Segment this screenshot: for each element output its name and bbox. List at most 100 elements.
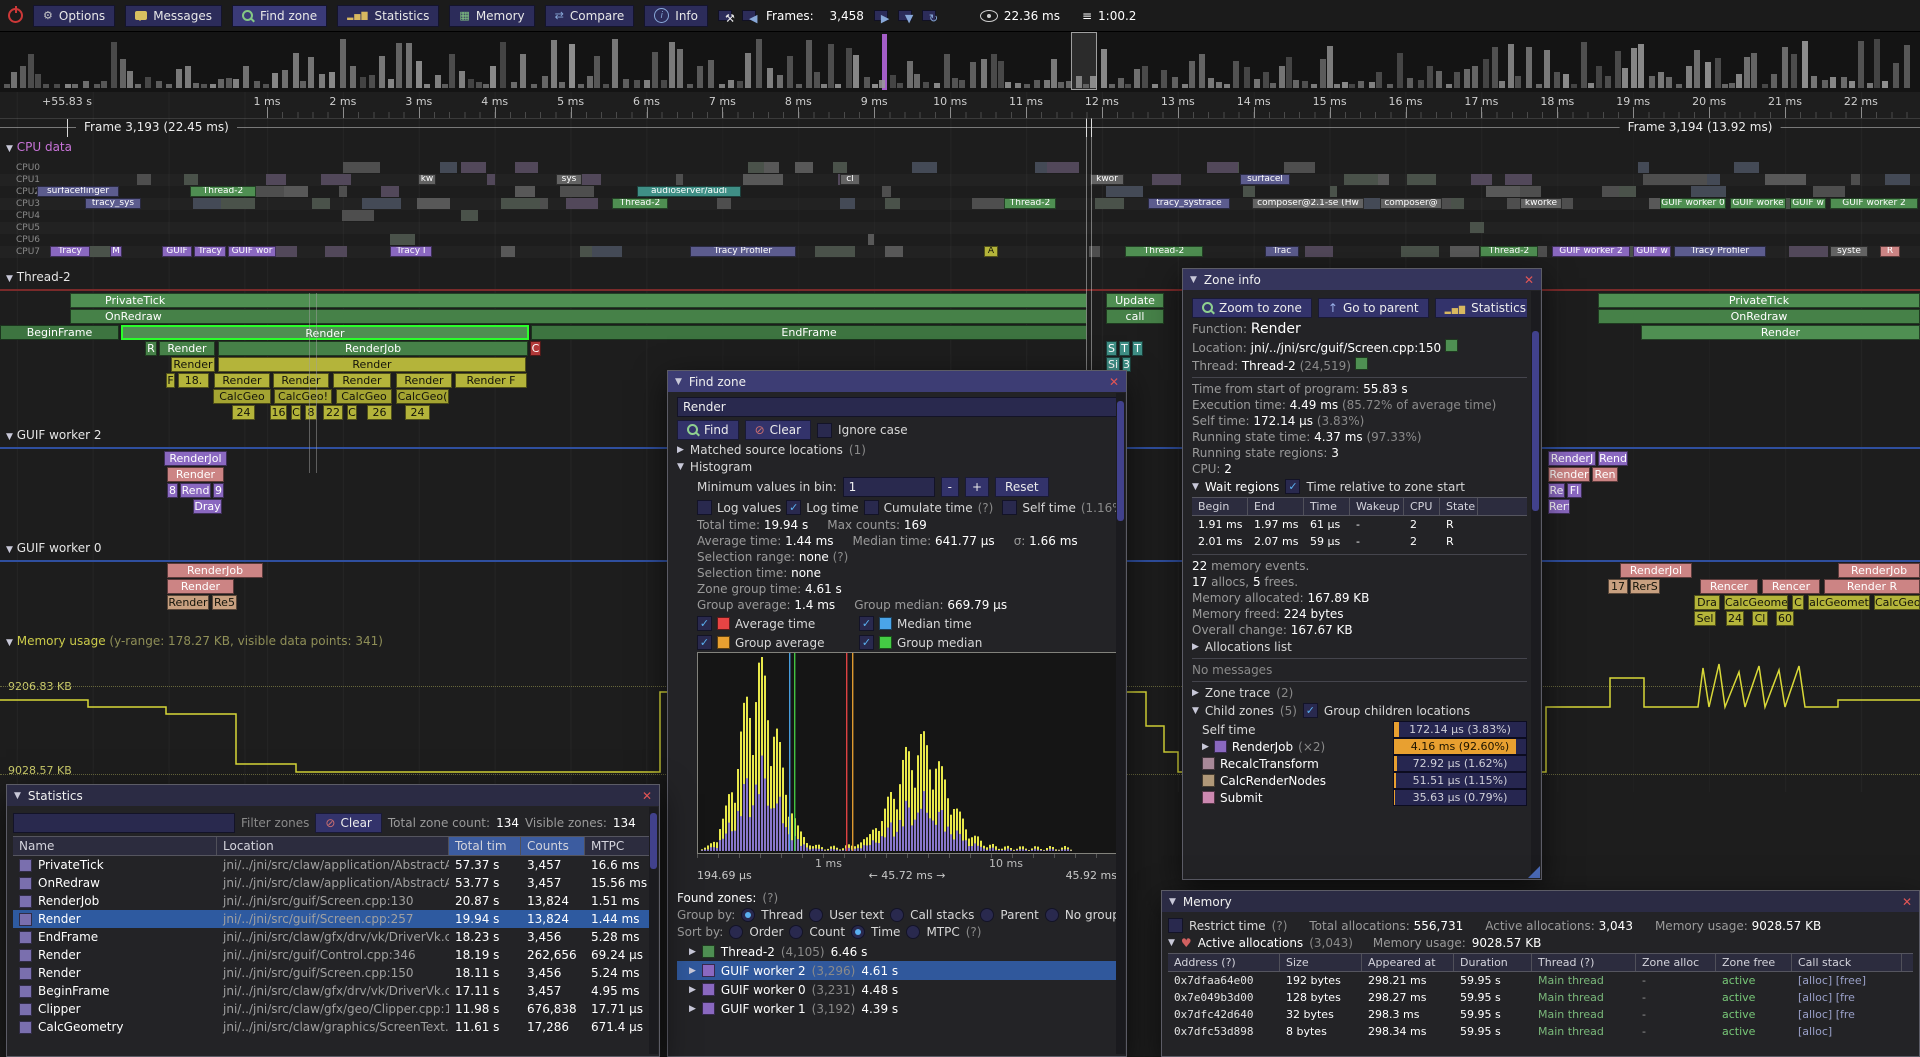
frame-bar[interactable] <box>1811 76 1817 88</box>
frame-bar[interactable] <box>511 82 517 88</box>
stats-column-location[interactable]: Location <box>217 837 449 855</box>
frame-bar[interactable] <box>1472 66 1478 88</box>
frame-bar[interactable] <box>1109 84 1115 88</box>
found-group-thread-2[interactable]: Thread-2(4,105)6.46 s <box>677 942 1117 961</box>
series-toggle-median-time[interactable]: Median time <box>859 616 1021 631</box>
frame-bar[interactable] <box>1083 84 1089 88</box>
cpu-activity-bar[interactable] <box>325 246 347 257</box>
cpu-activity-bar[interactable] <box>1486 186 1519 197</box>
frame-bar[interactable] <box>127 71 133 88</box>
frame-bar[interactable] <box>1005 82 1011 88</box>
frame-bar[interactable] <box>1182 84 1188 88</box>
child-zone-calcrendernodes[interactable]: CalcRenderNodes51.51 μs (1.15%) <box>1202 772 1527 789</box>
cpu-activity-bar[interactable] <box>461 162 486 173</box>
zone-26[interactable]: 26 <box>367 405 392 420</box>
frame-bar[interactable] <box>388 79 394 88</box>
frame-bar[interactable] <box>897 83 903 88</box>
frame-bar[interactable] <box>233 79 239 88</box>
close-icon[interactable] <box>1524 273 1534 287</box>
frame-dropdown-button[interactable]: ▼ <box>898 10 912 21</box>
wait-region-row[interactable]: 2.01 ms2.07 ms59 μs-2R <box>1192 533 1527 550</box>
frame-bar[interactable] <box>145 77 151 88</box>
memory-column-appeared-at[interactable]: Appeared at <box>1362 954 1454 971</box>
frame-bar[interactable] <box>293 53 299 88</box>
memory-column-zone-alloc[interactable]: Zone alloc <box>1636 954 1716 971</box>
cpu-activity-bar[interactable] <box>501 198 540 209</box>
frame-bar[interactable] <box>1822 80 1828 88</box>
collapse-icon[interactable] <box>14 791 21 801</box>
frame-bar[interactable] <box>1694 50 1700 88</box>
frame-bar[interactable] <box>998 61 1004 88</box>
cpu-zone-syste[interactable]: syste <box>1830 246 1868 257</box>
cpu-activity-bar[interactable] <box>1885 174 1911 185</box>
clear-filter-button[interactable]: Clear <box>315 813 381 833</box>
zone-dray[interactable]: Dray <box>193 499 222 514</box>
frame-bar[interactable] <box>416 61 422 88</box>
cpu-activity-bar[interactable] <box>390 234 415 245</box>
frame-bar[interactable] <box>1044 80 1050 88</box>
power-button[interactable] <box>8 8 23 23</box>
frame-bar[interactable] <box>1638 44 1644 88</box>
cpu-zone-composer[interactable]: composer@ <box>1380 198 1442 209</box>
scrollbar-thumb[interactable] <box>1532 331 1539 511</box>
frame-bar[interactable] <box>1015 83 1021 88</box>
frame-bar[interactable] <box>821 84 827 88</box>
frame-bar[interactable] <box>944 54 950 88</box>
scrollbar[interactable] <box>649 807 658 1054</box>
zone-sel[interactable]: Sel <box>1694 611 1716 626</box>
frame-bar[interactable] <box>594 56 600 88</box>
frame-bar[interactable] <box>28 54 34 88</box>
cpu-activity-bar[interactable] <box>566 198 599 209</box>
zone-t[interactable]: T <box>1119 341 1130 356</box>
cpu-zone-thread-2[interactable]: Thread-2 <box>1125 246 1203 257</box>
find-zone-histogram[interactable] <box>697 652 1119 854</box>
cpu-activity-bar[interactable] <box>1207 162 1238 173</box>
collapse-icon[interactable] <box>1169 897 1176 907</box>
frame-bar[interactable] <box>1563 74 1569 88</box>
frame-bar[interactable] <box>853 55 859 88</box>
frame-bar[interactable] <box>864 77 870 88</box>
frame-bar[interactable] <box>1172 77 1178 88</box>
zone-cl[interactable]: Cl <box>1752 611 1768 626</box>
frame-bar[interactable] <box>468 79 474 88</box>
cpu-activity-bar[interactable] <box>1765 174 1805 185</box>
zone-renderjob[interactable]: RenderJob <box>1838 563 1920 578</box>
cpu-activity-bar[interactable] <box>1813 186 1845 197</box>
toolbar-button-info[interactable]: iInfo <box>644 5 708 27</box>
zone-calcgeo[interactable]: CalcGeo! <box>274 389 332 404</box>
frame-bar[interactable] <box>193 83 199 88</box>
cpu-activity-bar[interactable] <box>1305 246 1334 257</box>
frame-bar[interactable] <box>697 66 703 88</box>
cpu-zone-tracy[interactable]: Tracy <box>194 246 226 257</box>
cpu-activity-bar[interactable] <box>501 246 515 257</box>
cpu-activity-bar[interactable] <box>184 174 198 185</box>
frame-bar[interactable] <box>1076 76 1082 88</box>
cpu-activity-bar[interactable] <box>266 174 286 185</box>
frame-bar[interactable] <box>1152 84 1158 88</box>
frame-bar[interactable] <box>814 72 820 88</box>
wait-region-row[interactable]: 1.91 ms1.97 ms61 μs-2R <box>1192 516 1527 533</box>
frame-bar[interactable] <box>1715 58 1721 88</box>
cpu-activity-bar[interactable] <box>815 246 855 257</box>
frame-bar[interactable] <box>20 66 26 88</box>
cpu-activity-bar[interactable] <box>1505 174 1532 185</box>
group-children-checkbox[interactable] <box>1303 703 1318 718</box>
frame-bar[interactable] <box>1311 84 1317 88</box>
zone-render[interactable]: Render <box>167 579 234 594</box>
frame-bar[interactable] <box>1666 77 1672 88</box>
cpu-activity-bar[interactable] <box>764 162 779 173</box>
child-zones-toggle[interactable]: Child zones(5) Group children locations <box>1192 703 1527 718</box>
zone-render[interactable]: Render <box>396 373 452 388</box>
cpu-activity-bar[interactable] <box>221 198 254 209</box>
frame-bar[interactable] <box>1830 77 1836 88</box>
cpu-zone-guif-worker-0[interactable]: GUIF worker 0 <box>1660 198 1726 209</box>
frame-bar[interactable] <box>459 71 465 88</box>
frame-bar[interactable] <box>1581 42 1587 88</box>
active-allocations-toggle[interactable]: ♥ Active allocations (3,043) Memory usag… <box>1168 936 1913 950</box>
matched-locations-toggle[interactable]: Matched source locations(1) <box>677 443 1117 457</box>
cpu-activity-bar[interactable] <box>417 198 450 209</box>
frame-bar[interactable] <box>1483 59 1489 88</box>
frame-bar[interactable] <box>210 84 216 88</box>
checkbox-average-time[interactable] <box>697 616 712 631</box>
cpu-data-header[interactable]: CPU data <box>6 140 72 154</box>
